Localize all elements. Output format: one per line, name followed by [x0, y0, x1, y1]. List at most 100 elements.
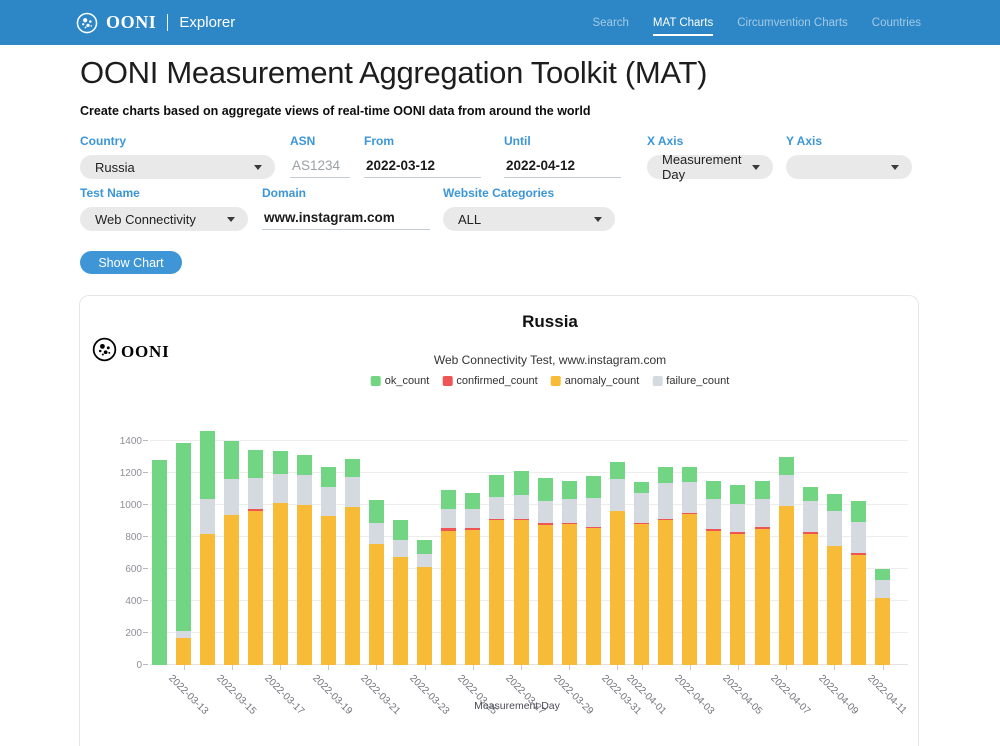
y-axis-tick-label: 1400: [98, 436, 142, 447]
bar-2022-03-28[interactable]: [538, 430, 553, 665]
segment-failure_count: [297, 475, 312, 505]
bar-2022-03-13[interactable]: [176, 430, 191, 665]
bar-2022-03-26[interactable]: [489, 430, 504, 665]
bar-2022-03-24[interactable]: [441, 430, 456, 665]
segment-ok_count: [441, 490, 456, 509]
nav-mat-charts[interactable]: MAT Charts: [653, 11, 713, 35]
y-axis-tick: [143, 504, 148, 505]
y-axis-select[interactable]: [786, 155, 912, 179]
x-axis-tick: [569, 665, 570, 670]
segment-anomaly_count: [779, 506, 794, 665]
bar-2022-03-22[interactable]: [393, 430, 408, 665]
x-axis-tick-label: 2022-03-17: [262, 673, 306, 717]
legend-swatch: [551, 376, 561, 386]
nav-circumvention-charts[interactable]: Circumvention Charts: [737, 11, 848, 35]
segment-ok_count: [465, 493, 480, 509]
legend-item-ok[interactable]: ok_count: [371, 375, 430, 387]
bar-2022-03-18[interactable]: [297, 430, 312, 665]
segment-anomaly_count: [176, 638, 191, 665]
chart-subtitle: Web Connectivity Test, www.instagram.com: [434, 353, 666, 367]
segment-anomaly_count: [200, 534, 215, 665]
bar-2022-03-29[interactable]: [562, 430, 577, 665]
bar-2022-03-21[interactable]: [369, 430, 384, 665]
bar-2022-04-06[interactable]: [755, 430, 770, 665]
x-axis-select-value: Measurement Day: [662, 152, 744, 182]
bar-2022-04-05[interactable]: [730, 430, 745, 665]
nav-search[interactable]: Search: [592, 11, 628, 35]
bar-2022-03-23[interactable]: [417, 430, 432, 665]
segment-ok_count: [176, 443, 191, 631]
segment-anomaly_count: [755, 529, 770, 665]
segment-anomaly_count: [465, 530, 480, 665]
brand[interactable]: OONI Explorer: [76, 12, 235, 34]
bar-2022-04-07[interactable]: [779, 430, 794, 665]
from-date-input[interactable]: [364, 155, 481, 178]
segment-ok_count: [514, 471, 529, 494]
segment-failure_count: [273, 474, 288, 504]
bar-2022-03-25[interactable]: [465, 430, 480, 665]
asn-input[interactable]: [290, 155, 350, 178]
brand-explorer-wordmark: Explorer: [179, 14, 235, 31]
bar-2022-04-03[interactable]: [682, 430, 697, 665]
segment-anomaly_count: [345, 507, 360, 665]
bar-2022-04-02[interactable]: [658, 430, 673, 665]
segment-confirmed_count: [682, 513, 697, 514]
segment-failure_count: [779, 475, 794, 506]
plot-area: 02004006008001000120014002022-03-132022-…: [150, 430, 908, 665]
bar-2022-03-27[interactable]: [514, 430, 529, 665]
bar-2022-03-12[interactable]: [152, 430, 167, 665]
segment-failure_count: [586, 498, 601, 527]
segment-failure_count: [176, 631, 191, 637]
test-name-select[interactable]: Web Connectivity: [80, 207, 248, 231]
bar-2022-04-09[interactable]: [827, 430, 842, 665]
segment-ok_count: [755, 481, 770, 499]
legend-item-confirmed[interactable]: confirmed_count: [442, 375, 537, 387]
bar-2022-03-31[interactable]: [610, 430, 625, 665]
x-axis-tick-label: 2022-04-05: [720, 673, 764, 717]
segment-confirmed_count: [514, 519, 529, 521]
segment-anomaly_count: [562, 524, 577, 665]
nav-countries[interactable]: Countries: [872, 11, 921, 35]
x-axis-select[interactable]: Measurement Day: [647, 155, 773, 179]
segment-ok_count: [321, 467, 336, 487]
until-date-input[interactable]: [504, 155, 621, 178]
domain-input[interactable]: [262, 207, 430, 230]
x-axis-tick: [642, 665, 643, 670]
bar-2022-03-30[interactable]: [586, 430, 601, 665]
bar-2022-03-17[interactable]: [273, 430, 288, 665]
segment-anomaly_count: [851, 555, 866, 665]
segment-failure_count: [562, 499, 577, 523]
segment-failure_count: [514, 495, 529, 519]
legend-item-anomaly[interactable]: anomaly_count: [551, 375, 640, 387]
country-select[interactable]: Russia: [80, 155, 275, 179]
segment-anomaly_count: [827, 546, 842, 665]
legend-item-failure[interactable]: failure_count: [652, 375, 729, 387]
bar-2022-04-08[interactable]: [803, 430, 818, 665]
bar-2022-03-15[interactable]: [224, 430, 239, 665]
segment-anomaly_count: [538, 525, 553, 665]
x-axis-tick: [328, 665, 329, 670]
y-axis-tick: [143, 664, 148, 665]
bar-2022-04-10[interactable]: [851, 430, 866, 665]
gridline: [150, 504, 908, 505]
x-axis-tick: [232, 665, 233, 670]
bar-2022-03-19[interactable]: [321, 430, 336, 665]
y-axis-tick-label: 400: [98, 596, 142, 607]
bar-2022-03-16[interactable]: [248, 430, 263, 665]
bar-2022-03-14[interactable]: [200, 430, 215, 665]
segment-anomaly_count: [706, 531, 721, 665]
segment-anomaly_count: [417, 567, 432, 665]
website-categories-select[interactable]: ALL: [443, 207, 615, 231]
show-chart-button[interactable]: Show Chart: [80, 251, 182, 274]
y-axis-tick: [143, 600, 148, 601]
bar-2022-03-20[interactable]: [345, 430, 360, 665]
x-axis-tick-label: 2022-04-11: [865, 673, 908, 716]
x-axis-tick-label: 2022-03-13: [166, 673, 210, 717]
bar-2022-04-04[interactable]: [706, 430, 721, 665]
bar-2022-04-01[interactable]: [634, 430, 649, 665]
segment-confirmed_count: [538, 523, 553, 525]
country-label: Country: [80, 134, 275, 148]
segment-confirmed_count: [562, 523, 577, 525]
bar-2022-04-11[interactable]: [875, 430, 890, 665]
legend-swatch: [442, 376, 452, 386]
